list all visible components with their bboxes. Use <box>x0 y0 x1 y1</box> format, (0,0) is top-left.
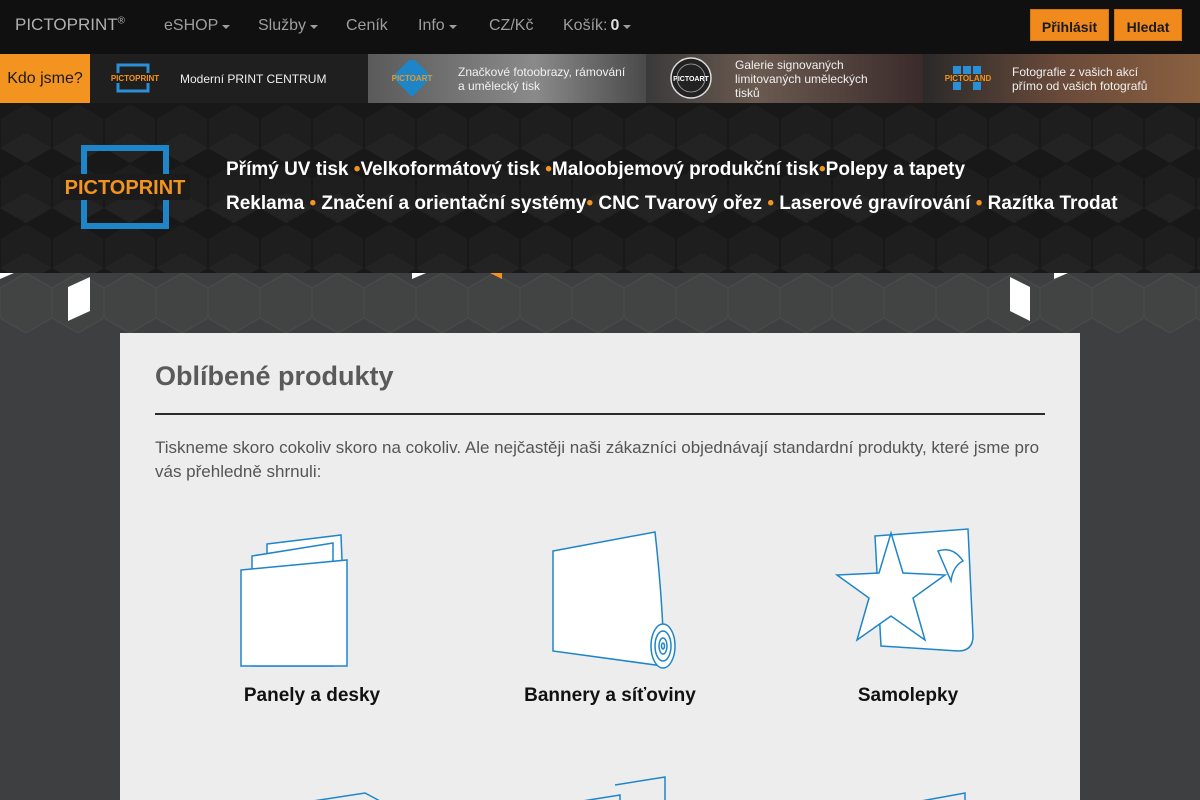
service-link-small-volume[interactable]: Maloobjemový produkční tisk <box>552 159 819 180</box>
service-link-stamps[interactable]: Razítka Trodat <box>988 193 1118 214</box>
sticker-star-icon <box>834 528 974 652</box>
hero-logo-text: PICTOPRINT <box>65 177 186 199</box>
about-us-button[interactable]: Kdo jsme? <box>0 54 90 103</box>
separator-dot: • <box>545 159 552 180</box>
subbar-item-text: Moderní PRINT CENTRUM <box>180 71 327 86</box>
more-products-row <box>314 776 966 800</box>
section-title: Oblíbené produkty <box>155 361 394 391</box>
subbar-item-pictoart[interactable]: PICTOART Značkové fotoobrazy, rámování a… <box>368 54 646 103</box>
top-navbar: PICTOPRINT® eSHOP Služby Ceník Info CZ/K… <box>0 0 1200 54</box>
product-panels[interactable]: Panely a desky <box>162 526 462 707</box>
nav-eshop[interactable]: eSHOP <box>164 17 231 35</box>
subbar-item-gallery[interactable]: PICTOART Galerie signovaných limitovanýc… <box>646 54 923 103</box>
title-divider <box>155 413 1045 415</box>
section-intro: Tiskneme skoro cokoliv skoro na cokoliv.… <box>155 438 1040 481</box>
product-label: Samolepky <box>857 685 959 706</box>
service-link-advertising[interactable]: Reklama <box>226 193 304 214</box>
service-link-large-format[interactable]: Velkoformátový tisk <box>360 159 540 180</box>
subbar-item-pictoprint[interactable]: PICTOPRINT Moderní PRINT CENTRUM <box>90 54 368 103</box>
chevron-down-icon <box>623 25 632 29</box>
pictoart-logo-text: PICTOART <box>392 74 433 83</box>
brand-subbar: Kdo jsme? PICTOPRINT Moderní PRINT CENTR… <box>0 54 1200 103</box>
pictoland-logo-icon: PICTOLAND <box>941 62 995 94</box>
nav-eshop-label: eSHOP <box>164 17 219 34</box>
pictoprint-logo-text: PICTOPRINT <box>111 74 159 83</box>
nav-currency-label: CZ/Kč <box>489 17 534 34</box>
pictoart-logo-icon: PICTOART <box>384 60 440 96</box>
search-button[interactable]: Hledat <box>1114 9 1182 41</box>
nav-services-label: Služby <box>258 17 307 34</box>
separator-dot: • <box>767 193 774 214</box>
nav-services[interactable]: Služby <box>258 17 319 35</box>
pictoprint-logo-icon: PICTOPRINT <box>108 62 162 94</box>
pictoland-logo-text: PICTOLAND <box>945 74 992 83</box>
login-button[interactable]: Přihlásit <box>1030 9 1109 41</box>
panels-icon <box>240 534 348 667</box>
nav-pricing-label: Ceník <box>346 17 388 34</box>
service-link-laser[interactable]: Laserové gravírování <box>779 193 970 214</box>
subbar-item-text: Značkové fotoobrazy, rámování a umělecký… <box>458 64 626 93</box>
popular-products-section: Oblíbené produkty Tiskneme skoro cokoliv… <box>120 333 1080 800</box>
chevron-down-icon <box>448 25 457 29</box>
product-label: Panely a desky <box>243 685 381 706</box>
nav-info[interactable]: Info <box>418 17 457 35</box>
hero-banner: PICTOPRINT Přímý UV tisk •Velkoformátový… <box>0 103 1200 273</box>
separator-dot: • <box>819 159 826 180</box>
chevron-down-icon <box>310 25 319 29</box>
decorative-hex-band <box>0 273 1200 333</box>
nav-currency[interactable]: CZ/Kč <box>489 17 533 35</box>
subbar-item-pictoland[interactable]: PICTOLAND Fotografie z vašich akcí přímo… <box>923 54 1200 103</box>
product-label: Bannery a síťoviny <box>524 685 696 706</box>
chevron-down-icon <box>222 25 231 29</box>
seal-logo-text: PICTOART <box>673 76 709 83</box>
nav-info-label: Info <box>418 17 445 34</box>
brand-link[interactable]: PICTOPRINT® <box>15 15 125 35</box>
nav-cart[interactable]: Košík: 0 <box>563 17 632 35</box>
pictoprint-logo[interactable]: PICTOPRINT <box>60 145 190 229</box>
separator-dot: • <box>586 193 594 214</box>
archival-seal-icon: PICTOART <box>666 56 716 100</box>
product-banners[interactable]: Bannery a síťoviny <box>460 526 760 707</box>
separator-dot: • <box>309 193 317 214</box>
banner-roll-icon <box>552 531 676 669</box>
service-link-wraps[interactable]: Polepy a tapety <box>826 159 965 180</box>
brand-registered-mark: ® <box>117 15 126 27</box>
cart-label: Košík: <box>563 17 608 34</box>
nav-pricing[interactable]: Ceník <box>346 17 388 35</box>
service-link-cnc[interactable]: CNC Tvarový ořez <box>598 193 762 214</box>
product-stickers[interactable]: Samolepky <box>758 526 1058 707</box>
subbar-item-text: Fotografie z vašich akcí přímo od vašich… <box>1012 64 1148 93</box>
subbar-item-text: Galerie signovaných limitovaných uměleck… <box>735 57 868 100</box>
separator-dot: • <box>975 193 983 214</box>
brand-name: PICTOPRINT <box>15 15 118 34</box>
service-link-signage[interactable]: Značení a orientační systémy <box>321 193 586 214</box>
service-links: Přímý UV tisk •Velkoformátový tisk •Malo… <box>226 153 1186 221</box>
service-link-uv[interactable]: Přímý UV tisk <box>226 159 349 180</box>
cart-count: 0 <box>610 17 620 34</box>
